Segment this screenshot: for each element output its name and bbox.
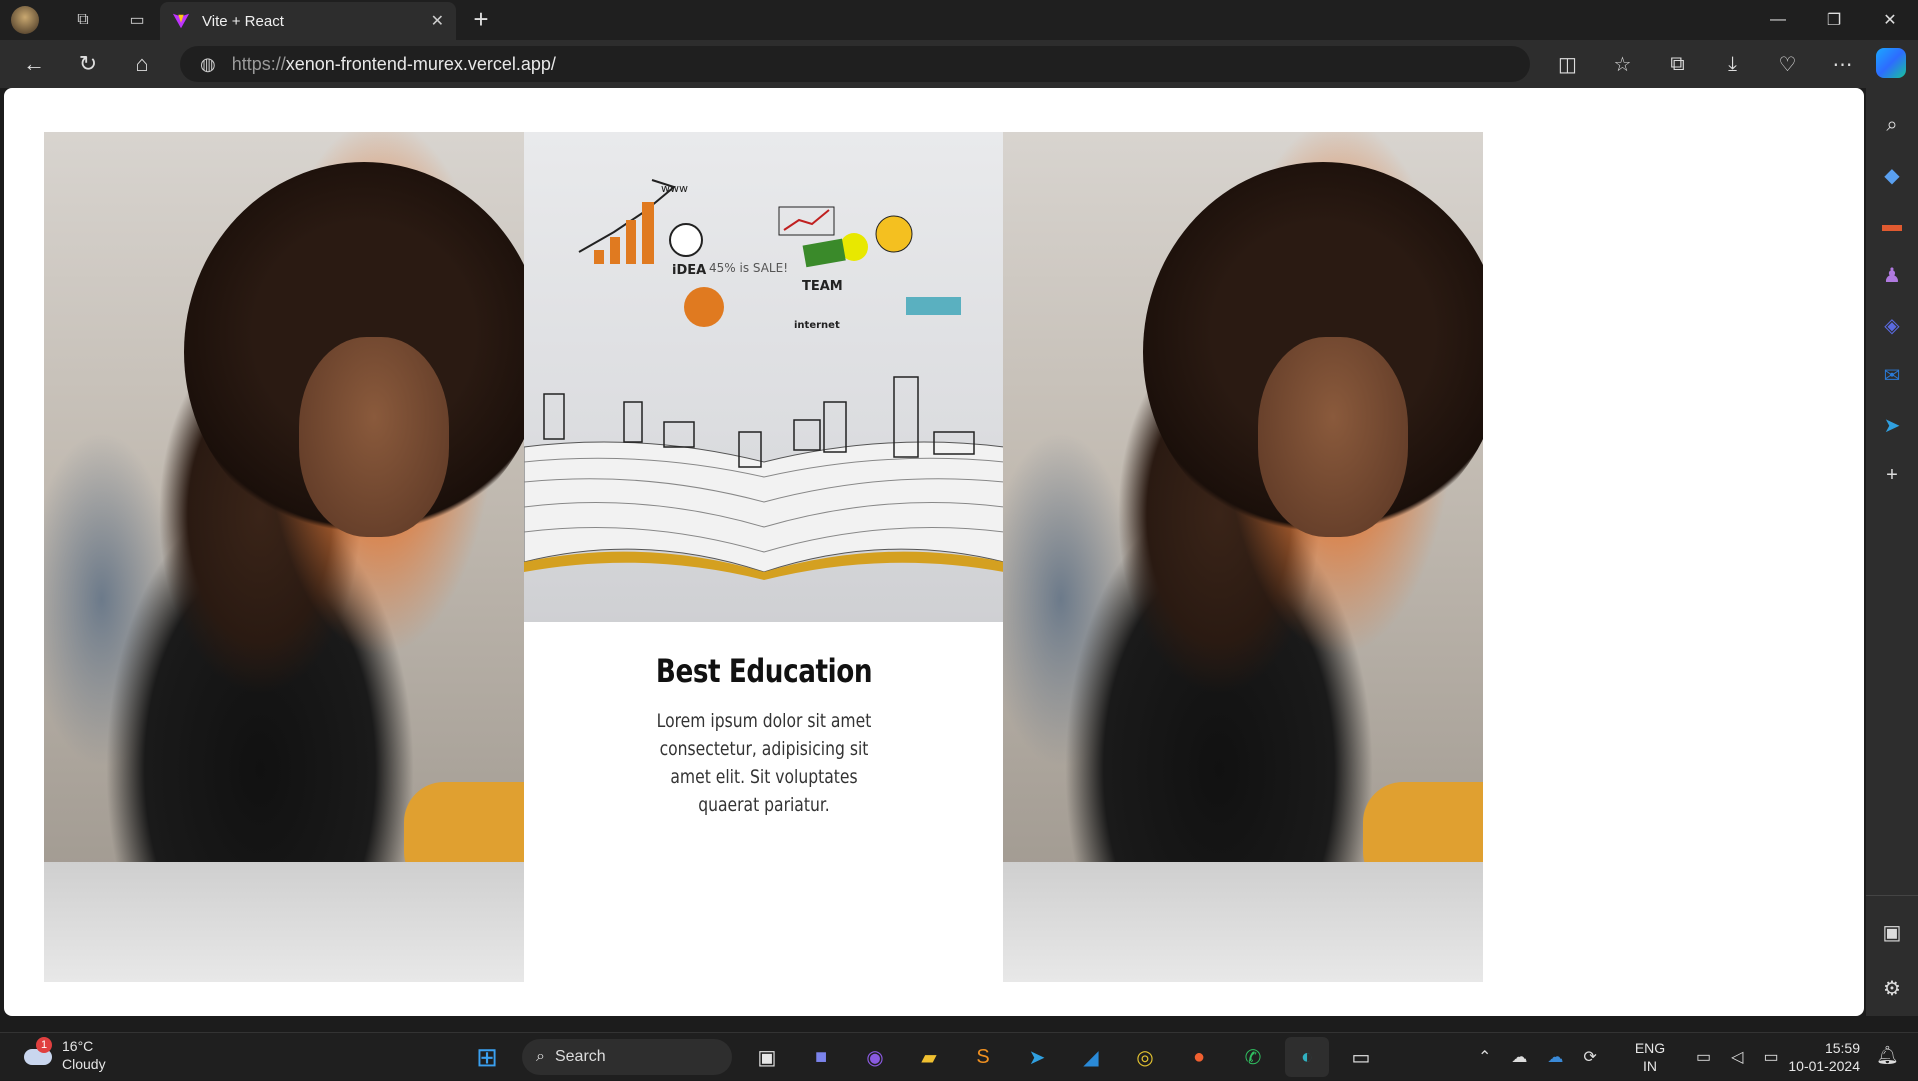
whatsapp-icon[interactable]: ✆ [1231, 1037, 1275, 1077]
show-hidden-icons[interactable]: ⌃ [1478, 1047, 1491, 1067]
students-photo [44, 132, 524, 982]
network-icon: ▭ [1696, 1049, 1712, 1066]
region-code: IN [1643, 1058, 1657, 1074]
svg-text:internet: internet [794, 320, 840, 331]
postman-icon[interactable]: ● [1177, 1037, 1221, 1077]
collections-icon[interactable]: ⧉ [1650, 53, 1705, 76]
svg-text:TEAM: TEAM [802, 279, 843, 294]
terminal-icon[interactable]: ▭ [1339, 1037, 1383, 1077]
time: 15:59 [1824, 1040, 1860, 1056]
back-button[interactable]: ← [12, 44, 56, 84]
windows-start-icon[interactable]: ⊞ [465, 1037, 509, 1077]
send-icon[interactable]: ➤ [1874, 407, 1910, 443]
close-window-button[interactable]: ✕ [1862, 0, 1918, 40]
card-title: Best Education [655, 652, 873, 690]
file-explorer-icon[interactable]: ▰ [907, 1037, 951, 1077]
close-tab-icon[interactable]: ✕ [431, 11, 444, 31]
onedrive-work-icon[interactable]: ☁ [1547, 1047, 1563, 1067]
onedrive-personal-icon[interactable]: ☁ [1511, 1047, 1527, 1067]
copilot-icon[interactable] [1876, 48, 1906, 78]
toolbar-actions: ◫ ☆ ⧉ ⤓ ♡ ⋯ [1540, 40, 1870, 88]
refresh-button[interactable]: ↻ [66, 44, 110, 84]
copilot-app-icon[interactable]: ◉ [853, 1037, 897, 1077]
add-icon[interactable]: + [1874, 457, 1910, 493]
weather-condition: Cloudy [62, 1056, 106, 1072]
shopping-tag-icon[interactable]: ◆ [1874, 157, 1910, 193]
language-code: ENG [1634, 1040, 1666, 1056]
edge-sidebar: ⌕ ◆ ▬ ♟ ◈ ✉ ➤ + ▣ ⚙ [1866, 88, 1918, 1016]
students-photo [1003, 132, 1483, 982]
language-indicator[interactable]: ENG IN [1632, 1039, 1668, 1075]
photo-card-left [44, 132, 524, 982]
svg-text:45% is SALE!: 45% is SALE! [709, 261, 788, 275]
url-host: xenon-frontend-murex.vercel.app/ [285, 53, 556, 74]
settings-gear-icon[interactable]: ⚙ [1874, 970, 1910, 1006]
telegram-icon[interactable]: ➤ [1015, 1037, 1059, 1077]
vite-logo-icon [172, 13, 190, 29]
maximize-button[interactable]: ❐ [1806, 0, 1862, 40]
outlook-icon[interactable]: ✉ [1874, 357, 1910, 393]
profile-avatar[interactable] [10, 5, 40, 35]
sync-icon[interactable]: ⟳ [1583, 1047, 1596, 1067]
windows-taskbar: 1 16°C Cloudy ⊞ ⌕ Search ▣ ■ ◉ ▰ S ➤ ◢ ◎… [0, 1032, 1918, 1080]
education-illustration: iDEA TEAM 45% is SALE! www internet [523, 132, 1005, 622]
clock[interactable]: 15:59 10-01-2024 [1784, 1039, 1860, 1075]
tab-actions-icon[interactable]: ▭ [122, 5, 152, 35]
date: 10-01-2024 [1788, 1058, 1860, 1074]
photo-card-right [1003, 132, 1483, 982]
volume-icon: ◁ [1731, 1049, 1744, 1066]
education-card: iDEA TEAM 45% is SALE! www internet Best… [523, 132, 1005, 982]
address-bar[interactable]: ◍ https://xenon-frontend-murex.vercel.ap… [180, 46, 1530, 82]
weather-widget[interactable]: 1 16°C Cloudy [20, 1037, 106, 1073]
svg-text:www: www [661, 182, 688, 195]
pinned-apps: ⊞ ⌕ Search ▣ ■ ◉ ▰ S ➤ ◢ ◎ ● ✆ ◐ ▭ [460, 1033, 1388, 1081]
tab-active[interactable]: Vite + React ✕ [160, 2, 456, 40]
sublime-text-icon[interactable]: S [961, 1037, 1005, 1077]
temperature: 16°C [62, 1038, 94, 1054]
tab-title: Vite + React [202, 12, 284, 30]
workspaces-icon[interactable]: ⧉ [68, 5, 98, 35]
downloads-icon[interactable]: ⤓ [1705, 53, 1760, 76]
split-screen-icon[interactable]: ◫ [1540, 52, 1595, 77]
globe-icon: ◍ [200, 53, 216, 74]
cloud-icon: 1 [20, 1037, 56, 1073]
task-view-icon[interactable]: ▣ [745, 1037, 789, 1077]
new-tab-button[interactable]: + [466, 4, 496, 35]
page-viewport: iDEA TEAM 45% is SALE! www internet Best… [4, 88, 1864, 1016]
taskbar-search[interactable]: ⌕ Search [522, 1039, 732, 1075]
home-button[interactable]: ⌂ [120, 44, 164, 84]
favorites-icon[interactable]: ☆ [1595, 52, 1650, 77]
browser-toolbar: ← ↻ ⌂ ◍ https://xenon-frontend-murex.ver… [0, 40, 1918, 88]
window-controls: — ❐ ✕ [1750, 0, 1918, 40]
title-bar: ⧉ ▭ Vite + React ✕ + — ❐ ✕ [0, 0, 1918, 40]
search-icon[interactable]: ⌕ [1874, 107, 1910, 143]
chrome-icon[interactable]: ◎ [1123, 1037, 1167, 1077]
minimize-button[interactable]: — [1750, 0, 1806, 40]
browser-essentials-icon[interactable]: ♡ [1760, 52, 1815, 77]
edge-icon[interactable]: ◐ [1285, 1037, 1329, 1077]
vscode-icon[interactable]: ◢ [1069, 1037, 1113, 1077]
more-menu-icon[interactable]: ⋯ [1815, 52, 1870, 77]
url-protocol: https:// [231, 53, 286, 74]
battery-icon: ▭ [1763, 1049, 1779, 1066]
games-icon[interactable]: ♟ [1874, 257, 1910, 293]
system-tray: ⌃ ☁ ☁ ⟳ [1468, 1033, 1607, 1081]
svg-text:iDEA: iDEA [672, 263, 706, 278]
search-label: Search [554, 1048, 606, 1065]
search-glyph-icon: ⌕ [536, 1048, 545, 1065]
quick-settings[interactable]: ▭ ◁ ▭ [1686, 1033, 1789, 1081]
book-doodle-illustration: iDEA TEAM 45% is SALE! www internet [523, 179, 1005, 580]
tools-briefcase-icon[interactable]: ▬ [1874, 207, 1910, 243]
card-description: Lorem ipsum dolor sit amet consectetur, … [656, 710, 872, 816]
copilot-sidebar-icon[interactable]: ◈ [1874, 307, 1910, 343]
teams-chat-icon[interactable]: ■ [799, 1037, 843, 1077]
sidebar-bottom: ▣ ⚙ [1866, 895, 1918, 1016]
sidebar-layout-icon[interactable]: ▣ [1874, 914, 1910, 950]
notification-bell-icon[interactable]: 🔔︎ [1876, 1045, 1899, 1066]
